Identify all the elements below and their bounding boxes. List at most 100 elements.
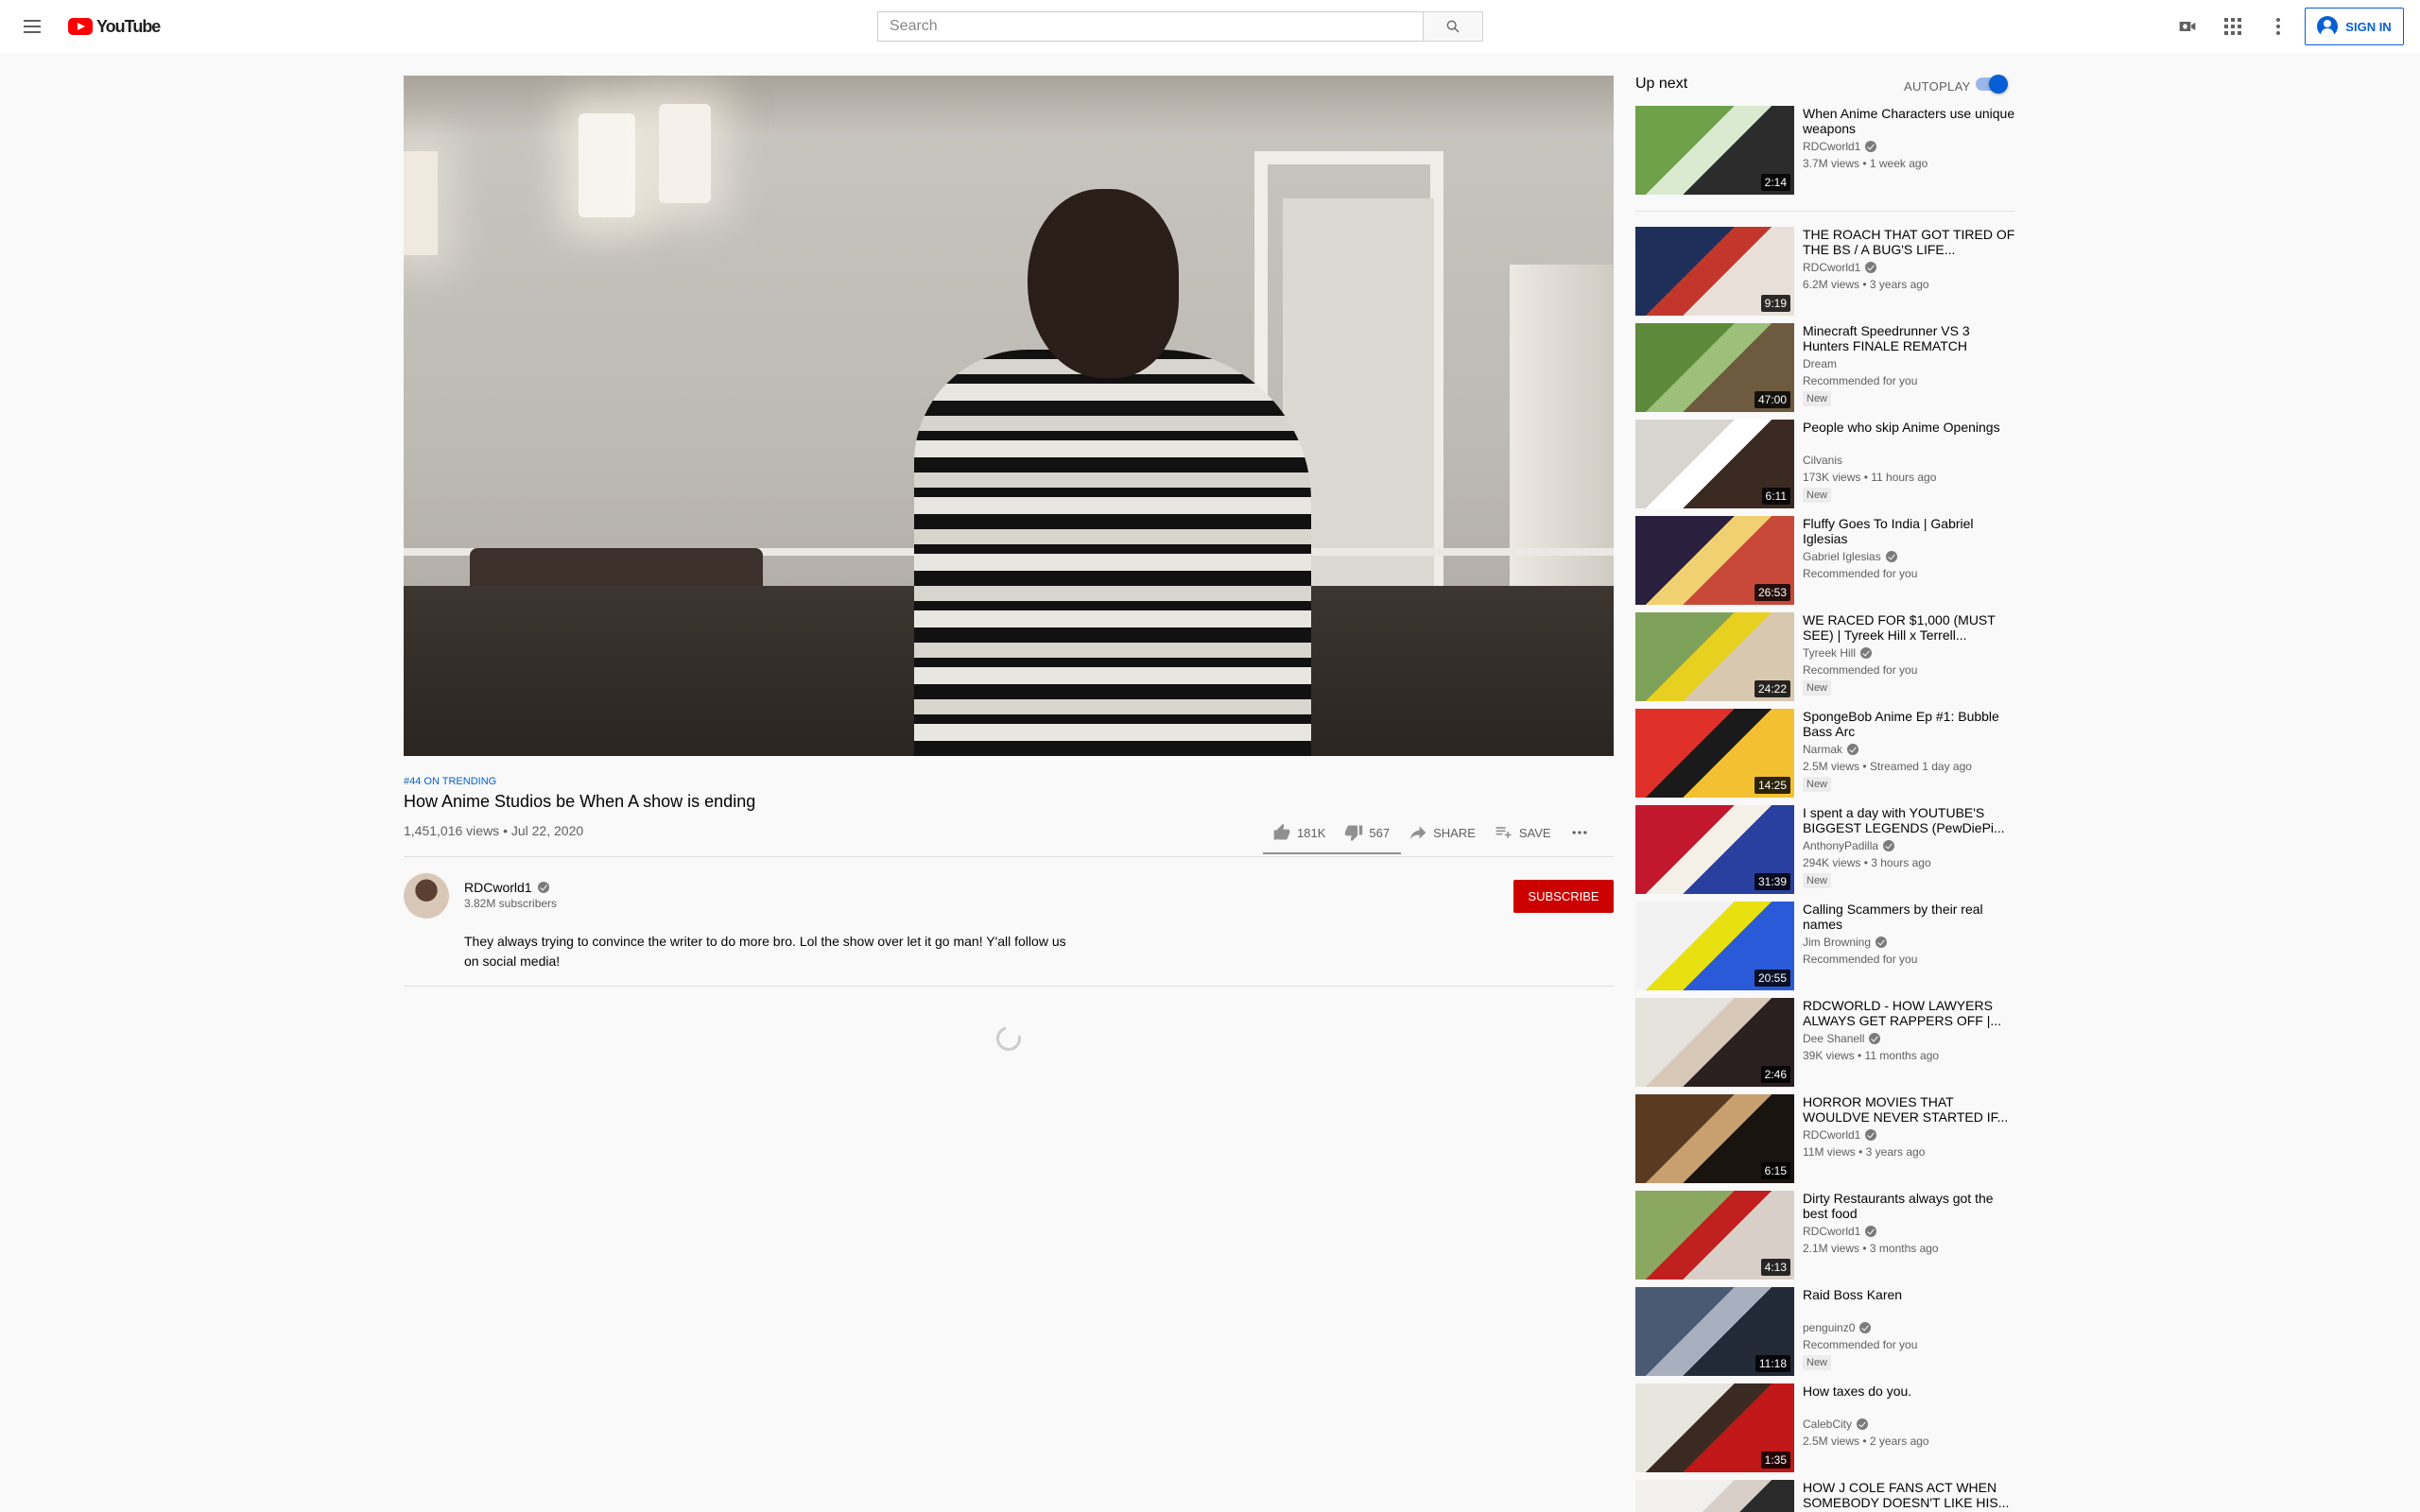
up-next-item[interactable]: 4:13 Dirty Restaurants always got the bes…: [1635, 1191, 2015, 1280]
video-thumbnail[interactable]: 6:15: [1635, 1094, 1794, 1183]
video-title[interactable]: Raid Boss Karen: [1803, 1287, 2015, 1302]
up-next-item[interactable]: 1:35 How taxes do you. CalebCity 2.5M views…: [1635, 1383, 2015, 1472]
create-video-icon[interactable]: [2176, 15, 2199, 38]
video-title[interactable]: HOW J COLE FANS ACT WHEN SOMEBODY DOESN'…: [1803, 1480, 2015, 1510]
video-meta: 3.7M views • 1 week ago: [1803, 157, 1928, 170]
channel-name[interactable]: RDCworld1: [1803, 1128, 1877, 1142]
toggle-knob: [1989, 75, 2008, 94]
video-title[interactable]: People who skip Anime Openings: [1803, 420, 2015, 435]
sign-in-button[interactable]: SIGN IN: [2305, 8, 2404, 45]
video-title[interactable]: WE RACED FOR $1,000 (MUST SEE) | Tyreek …: [1803, 612, 2015, 643]
new-badge: New: [1803, 777, 1832, 792]
video-thumbnail[interactable]: 9:19: [1635, 227, 1794, 316]
like-count: 181K: [1297, 825, 1326, 840]
video-title[interactable]: Minecraft Speedrunner VS 3 Hunters FINAL…: [1803, 323, 2015, 353]
up-next-item[interactable]: 6:11 People who skip Anime Openings Cilvan…: [1635, 420, 2015, 508]
video-player[interactable]: [404, 76, 1614, 756]
video-thumbnail[interactable]: 1:35: [1635, 1383, 1794, 1472]
video-thumbnail[interactable]: 47:00: [1635, 323, 1794, 412]
video-title[interactable]: RDCWORLD - HOW LAWYERS ALWAYS GET RAPPER…: [1803, 998, 2015, 1028]
channel-name[interactable]: Jim Browning: [1803, 936, 1888, 949]
video-duration: 6:11: [1761, 488, 1790, 505]
up-next-item[interactable]: 24:22 WE RACED FOR $1,000 (MUST SEE) | Ty…: [1635, 612, 2015, 701]
video-meta: 2.1M views • 3 months ago: [1803, 1242, 1939, 1255]
up-next-item[interactable]: HOW J COLE FANS ACT WHEN SOMEBODY DOESN'…: [1635, 1480, 2015, 1512]
channel-name[interactable]: RDCworld1: [1803, 140, 1877, 153]
video-title[interactable]: Calling Scammers by their real names: [1803, 902, 2015, 932]
video-title[interactable]: Dirty Restaurants always got the best fo…: [1803, 1191, 2015, 1221]
autoplay-toggle[interactable]: [1976, 75, 2008, 94]
account-icon: [2317, 16, 2339, 37]
channel-name-label: AnthonyPadilla: [1803, 839, 1879, 852]
channel-name-label: Dee Shanell: [1803, 1032, 1865, 1045]
video-title[interactable]: HORROR MOVIES THAT WOULDVE NEVER STARTED…: [1803, 1094, 2015, 1125]
channel-name[interactable]: Gabriel Iglesias: [1803, 550, 1897, 563]
channel-name-label: Dream: [1803, 357, 1838, 370]
video-thumbnail[interactable]: 4:13: [1635, 1191, 1794, 1280]
menu-icon[interactable]: [21, 15, 43, 38]
video-title[interactable]: Fluffy Goes To India | Gabriel Iglesias: [1803, 516, 2015, 546]
more-vert-icon[interactable]: [2267, 15, 2290, 38]
channel-name[interactable]: RDCworld1: [1803, 1225, 1877, 1238]
channel-name[interactable]: CalebCity: [1803, 1418, 1869, 1431]
channel-avatar[interactable]: [404, 873, 449, 919]
channel-name[interactable]: Tyreek Hill: [1803, 646, 1873, 660]
subscribe-button[interactable]: SUBSCRIBE: [1513, 880, 1614, 913]
video-thumbnail[interactable]: 26:53: [1635, 516, 1794, 605]
channel-name-link[interactable]: RDCworld1: [464, 880, 549, 895]
channel-name[interactable]: Dee Shanell: [1803, 1032, 1881, 1045]
youtube-logo[interactable]: YouTube: [68, 16, 161, 37]
channel-name[interactable]: Cilvanis: [1803, 454, 1842, 467]
dislike-button[interactable]: 567: [1335, 818, 1399, 847]
verified-icon: [1847, 744, 1859, 755]
video-meta: 39K views • 11 months ago: [1803, 1049, 1940, 1062]
channel-name[interactable]: AnthonyPadilla: [1803, 839, 1895, 852]
sentiment-bar-fill: [1263, 852, 1401, 854]
video-thumbnail[interactable]: [1635, 1480, 1794, 1512]
up-next-item[interactable]: 14:25 SpongeBob Anime Ep #1: Bubble Bass …: [1635, 709, 2015, 798]
apps-icon[interactable]: [2221, 15, 2244, 38]
up-next-item[interactable]: 47:00 Minecraft Speedrunner VS 3 Hunters …: [1635, 323, 2015, 412]
video-meta: 173K views • 11 hours ago: [1803, 471, 1937, 484]
video-thumbnail[interactable]: 6:11: [1635, 420, 1794, 508]
channel-name[interactable]: RDCworld1: [1803, 261, 1877, 274]
up-next-item[interactable]: 2:14 When Anime Characters use unique wea…: [1635, 106, 2015, 195]
channel-name[interactable]: penguinz0: [1803, 1321, 1872, 1334]
video-meta: Recommended for you: [1803, 374, 1918, 387]
up-next-item[interactable]: 31:39 I spent a day with YOUTUBE'S BIGGES…: [1635, 805, 2015, 894]
up-next-item[interactable]: 9:19 THE ROACH THAT GOT TIRED OF THE BS /…: [1635, 227, 2015, 316]
video-thumbnail[interactable]: 2:46: [1635, 998, 1794, 1087]
channel-name[interactable]: Dream: [1803, 357, 1837, 370]
view-count-date: 1,451,016 views • Jul 22, 2020: [404, 823, 584, 838]
like-button[interactable]: 181K: [1263, 818, 1335, 847]
video-title[interactable]: When Anime Characters use unique weapons: [1803, 106, 2015, 136]
video-meta: 2.5M views • 2 years ago: [1803, 1435, 1929, 1448]
trending-link[interactable]: #44 ON TRENDING: [404, 776, 496, 787]
video-duration: 9:19: [1760, 295, 1790, 312]
video-title[interactable]: I spent a day with YOUTUBE'S BIGGEST LEG…: [1803, 805, 2015, 835]
search-input[interactable]: [878, 12, 1423, 41]
video-duration: 24:22: [1754, 680, 1790, 697]
channel-name-label: RDCworld1: [1803, 140, 1861, 153]
channel-name[interactable]: Narmak: [1803, 743, 1859, 756]
more-actions-button[interactable]: [1561, 818, 1599, 847]
up-next-item[interactable]: 11:18 Raid Boss Karen penguinz0 Recommended…: [1635, 1287, 2015, 1376]
up-next-item[interactable]: 20:55 Calling Scammers by their real name…: [1635, 902, 2015, 990]
subscriber-count: 3.82M subscribers: [464, 897, 558, 910]
up-next-item[interactable]: 2:46 RDCWORLD - HOW LAWYERS ALWAYS GET RA…: [1635, 998, 2015, 1087]
video-thumbnail[interactable]: 31:39: [1635, 805, 1794, 894]
video-title[interactable]: How taxes do you.: [1803, 1383, 2015, 1399]
info-divider: [404, 856, 1614, 857]
share-button[interactable]: SHARE: [1399, 818, 1485, 847]
save-button[interactable]: SAVE: [1485, 818, 1561, 847]
video-title[interactable]: SpongeBob Anime Ep #1: Bubble Bass Arc: [1803, 709, 2015, 739]
video-thumbnail[interactable]: 2:14: [1635, 106, 1794, 195]
up-next-item[interactable]: 26:53 Fluffy Goes To India | Gabriel Igle…: [1635, 516, 2015, 605]
video-thumbnail[interactable]: 11:18: [1635, 1287, 1794, 1376]
video-title[interactable]: THE ROACH THAT GOT TIRED OF THE BS / A B…: [1803, 227, 2015, 257]
video-thumbnail[interactable]: 24:22: [1635, 612, 1794, 701]
search-button[interactable]: [1423, 11, 1483, 42]
video-thumbnail[interactable]: 20:55: [1635, 902, 1794, 990]
up-next-item[interactable]: 6:15 HORROR MOVIES THAT WOULDVE NEVER STA…: [1635, 1094, 2015, 1183]
video-thumbnail[interactable]: 14:25: [1635, 709, 1794, 798]
